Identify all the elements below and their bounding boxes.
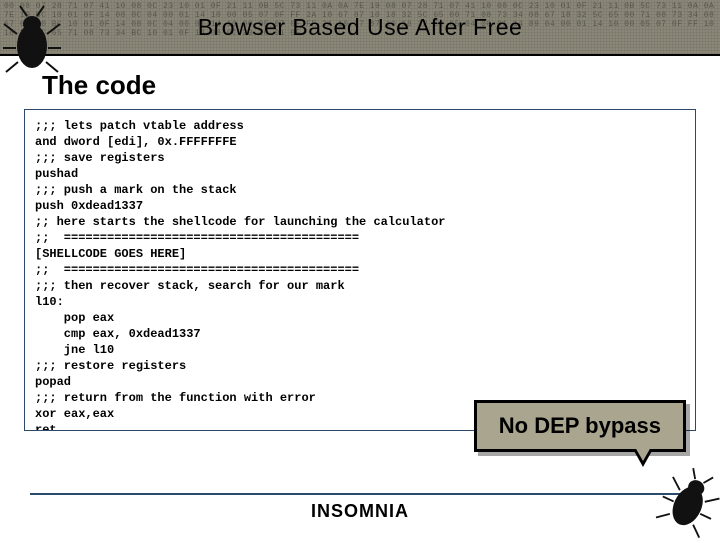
code-block: ;;; lets patch vtable address and dword …	[24, 109, 696, 431]
code-line: pop eax	[35, 311, 114, 325]
code-line: ;; =====================================…	[35, 263, 359, 277]
code-line: [SHELLCODE GOES HERE]	[35, 247, 186, 261]
slide-title: Browser Based Use After Free	[198, 14, 523, 41]
footer-logo-text: INSOMNIA	[311, 501, 409, 521]
code-line: and dword [edi], 0x.FFFFFFFE	[35, 135, 237, 149]
code-line: jne l10	[35, 343, 114, 357]
code-line: ;;; restore registers	[35, 359, 186, 373]
code-line: ;;; lets patch vtable address	[35, 119, 244, 133]
code-line: ;; =====================================…	[35, 231, 359, 245]
slide-footer: INSOMNIA	[30, 493, 690, 522]
bug-icon	[651, 459, 720, 542]
code-line: xor eax,eax	[35, 407, 114, 421]
slide-content: The code ;;; lets patch vtable address a…	[0, 56, 720, 431]
section-heading: The code	[42, 70, 696, 101]
code-line: push 0xdead1337	[35, 199, 143, 213]
code-line: ;;; return from the function with error	[35, 391, 316, 405]
code-line: cmp eax, 0xdead1337	[35, 327, 201, 341]
code-line: l10:	[35, 295, 64, 309]
code-line: ;;; save registers	[35, 151, 165, 165]
code-line: ;; here starts the shellcode for launchi…	[35, 215, 445, 229]
slide-header: 00 08 07 28 71 07 41 10 08 0C 23 10 01 0…	[0, 0, 720, 56]
bug-icon	[2, 4, 62, 76]
code-line: pushad	[35, 167, 78, 181]
code-line: ret	[35, 423, 57, 431]
code-line: popad	[35, 375, 71, 389]
callout-text: No DEP bypass	[499, 413, 661, 438]
code-line: ;;; push a mark on the stack	[35, 183, 237, 197]
code-line: ;;; then recover stack, search for our m…	[35, 279, 345, 293]
callout-box: No DEP bypass	[474, 400, 686, 452]
